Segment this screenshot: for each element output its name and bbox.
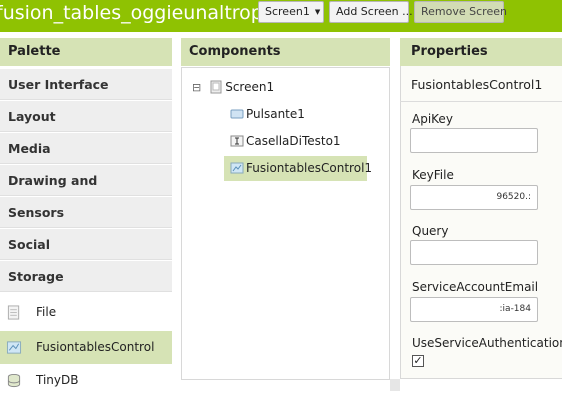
palette-item-fusiontables-label: FusiontablesControl bbox=[36, 340, 155, 354]
tree-item-fusiontablescontrol1[interactable]: FusiontablesControl1 bbox=[224, 156, 372, 181]
tree-item-fusiontablescontrol1-label: FusiontablesControl1 bbox=[246, 161, 373, 175]
top-toolbar: fusion_tables_oggieunaltropost Screen1 ▼ … bbox=[0, 0, 562, 32]
tree-item-screen1[interactable]: ⊟ Screen1 bbox=[192, 80, 274, 94]
tree-item-screen1-label: Screen1 bbox=[225, 80, 275, 94]
palette-category-social[interactable]: Social bbox=[0, 229, 172, 260]
apikey-input[interactable] bbox=[410, 128, 538, 153]
properties-divider bbox=[400, 101, 562, 102]
use-service-auth-label: UseServiceAuthentication bbox=[412, 336, 562, 350]
query-input[interactable] bbox=[410, 240, 538, 265]
scrollbar[interactable] bbox=[390, 379, 400, 391]
button-icon bbox=[230, 109, 244, 119]
add-screen-button[interactable]: Add Screen ... bbox=[329, 1, 413, 23]
screen-icon bbox=[210, 80, 222, 94]
palette-category-user-interface[interactable]: User Interface bbox=[0, 69, 172, 100]
file-icon bbox=[7, 305, 20, 320]
palette-item-file-label: File bbox=[36, 305, 57, 319]
palette-item-fusiontablescontrol[interactable]: FusiontablesControl bbox=[0, 331, 172, 364]
textbox-icon bbox=[230, 135, 244, 147]
app-title: fusion_tables_oggieunaltropost bbox=[0, 2, 292, 24]
palette-item-tinydb[interactable]: TinyDB bbox=[0, 364, 172, 397]
tree-item-caselladitesto1[interactable]: CasellaDiTesto1 bbox=[230, 134, 341, 148]
fusiontables-icon bbox=[230, 162, 244, 174]
palette-category-storage[interactable]: Storage bbox=[0, 261, 172, 292]
palette-category-media[interactable]: Media bbox=[0, 133, 172, 164]
palette-category-drawing-animation[interactable]: Drawing and Animation bbox=[0, 165, 172, 219]
properties-header: Properties bbox=[400, 38, 562, 66]
screen-select-label: Screen1 bbox=[265, 5, 310, 18]
palette-header: Palette bbox=[0, 38, 172, 66]
palette-item-file[interactable]: File bbox=[0, 296, 172, 329]
palette-category-sensors[interactable]: Sensors bbox=[0, 197, 172, 228]
service-account-email-label: ServiceAccountEmail bbox=[412, 280, 539, 294]
palette-item-tinydb-label: TinyDB bbox=[36, 373, 79, 387]
components-header: Components bbox=[181, 38, 390, 66]
properties-component-name: FusiontablesControl1 bbox=[411, 77, 543, 92]
collapse-toggle-icon[interactable]: ⊟ bbox=[192, 81, 201, 94]
remove-screen-button[interactable]: Remove Screen bbox=[414, 1, 507, 23]
screen-select-dropdown[interactable]: Screen1 ▼ bbox=[258, 1, 324, 23]
use-service-auth-checkbox[interactable]: ✓ bbox=[412, 355, 424, 367]
tree-item-caselladitesto1-label: CasellaDiTesto1 bbox=[246, 134, 341, 148]
service-account-email-input[interactable]: :ia-184 bbox=[410, 297, 538, 322]
tree-item-pulsante1-label: Pulsante1 bbox=[246, 107, 305, 121]
query-label: Query bbox=[412, 224, 449, 238]
apikey-label: ApiKey bbox=[412, 112, 453, 126]
chevron-down-icon: ▼ bbox=[314, 8, 321, 16]
keyfile-label: KeyFile bbox=[412, 168, 454, 182]
fusiontables-icon bbox=[6, 341, 22, 354]
keyfile-input[interactable]: 96520.: bbox=[410, 185, 538, 210]
database-icon bbox=[7, 373, 21, 388]
tree-item-pulsante1[interactable]: Pulsante1 bbox=[230, 107, 305, 121]
palette-category-layout[interactable]: Layout bbox=[0, 101, 172, 132]
